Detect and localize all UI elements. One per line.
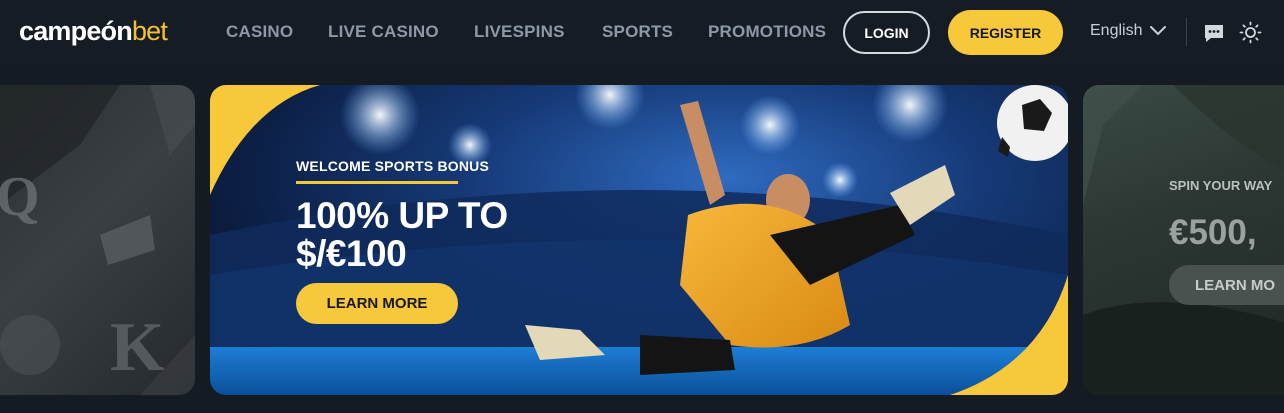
top-navigation-bar: campeónbet CASINO LIVE CASINO LIVESPINS … [0, 0, 1284, 66]
campeonbet-logo[interactable]: campeónbet [19, 16, 168, 47]
next-promo-title: €500, [1169, 213, 1257, 252]
svg-text:K: K [110, 309, 164, 386]
banner-card-next[interactable]: SPIN YOUR WAY €500, LEARN MO [1083, 85, 1284, 395]
logo-main-text: campeón [19, 16, 133, 46]
nav-livespins[interactable]: LIVESPINS [474, 22, 565, 42]
language-label: English [1090, 22, 1143, 39]
learn-more-button[interactable]: LEARN MORE [296, 283, 458, 324]
language-selector[interactable]: English [1090, 22, 1167, 40]
nav-casino[interactable]: CASINO [226, 22, 293, 42]
chevron-down-icon [1150, 26, 1167, 36]
sun-icon[interactable] [1239, 21, 1262, 44]
casino-artwork-image: Q K [0, 85, 195, 395]
kicker-underline [296, 181, 458, 184]
nav-promotions[interactable]: PROMOTIONS [708, 22, 826, 42]
logo-accent-text: bet [131, 16, 168, 46]
next-learn-more-button[interactable]: LEARN MO [1169, 265, 1284, 305]
chat-icon[interactable] [1203, 22, 1225, 44]
svg-text:Q: Q [0, 166, 40, 228]
banner-card-previous[interactable]: Q K [0, 85, 195, 395]
nav-live-casino[interactable]: LIVE CASINO [328, 22, 439, 42]
next-promo-kicker: SPIN YOUR WAY [1169, 178, 1273, 193]
promo-kicker: WELCOME SPORTS BONUS [296, 158, 490, 174]
header-divider [1186, 18, 1187, 46]
nav-sports[interactable]: SPORTS [602, 22, 673, 42]
promo-title: 100% UP TO $/€100 [296, 195, 508, 274]
sports-bonus-banner[interactable]: WELCOME SPORTS BONUS 100% UP TO $/€100 L… [210, 85, 1068, 395]
login-button[interactable]: LOGIN [843, 11, 930, 54]
register-button[interactable]: REGISTER [948, 10, 1063, 55]
